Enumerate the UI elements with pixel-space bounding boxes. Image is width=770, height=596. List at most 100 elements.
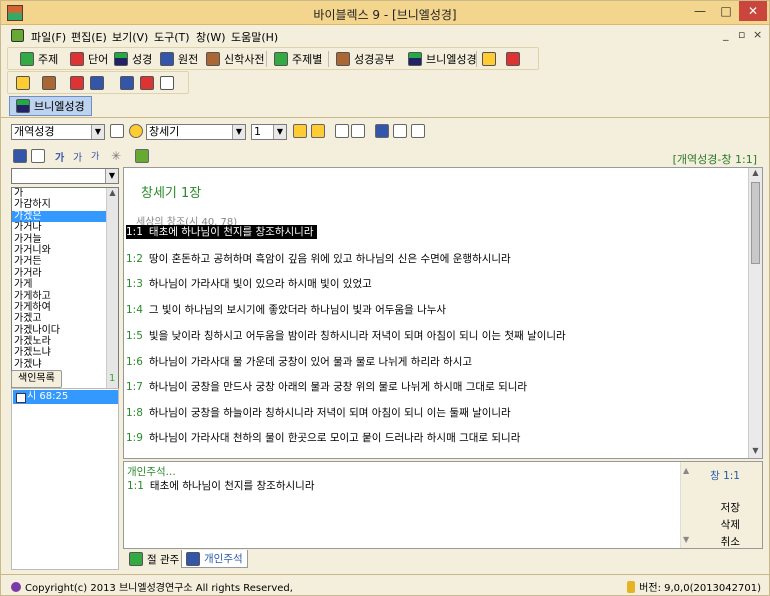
mdi-minimize-button[interactable]: _: [723, 28, 729, 41]
cascade-button[interactable]: [160, 74, 178, 92]
prev-chapter-icon[interactable]: [293, 124, 307, 138]
scroll-down-icon[interactable]: ▼: [749, 446, 762, 458]
verse-row[interactable]: 1:2 땅이 혼돈하고 공허하며 흑암이 깊음 위에 있고 하나님의 신은 수면에…: [126, 252, 511, 266]
theology-dictionary-button[interactable]: 신학사전: [206, 50, 264, 68]
word-list-item[interactable]: 가거니와: [12, 245, 118, 256]
layout-icon[interactable]: [13, 149, 27, 163]
window-title: 바이블렉스 9 - [브니엘성경]: [313, 8, 457, 22]
word-list-item[interactable]: 가감하지: [12, 199, 118, 210]
verse-text: 태초에 하나님이 천지를 창조하시니라: [148, 226, 314, 238]
scroll-up-icon[interactable]: ▲: [107, 188, 118, 200]
scroll-up-icon[interactable]: ▲: [749, 168, 762, 180]
tab-personal-note[interactable]: 개인주석: [181, 550, 248, 568]
scroll-thumb[interactable]: [751, 182, 760, 264]
note-icon[interactable]: [335, 124, 349, 138]
page-icon[interactable]: [411, 124, 425, 138]
word-list-item[interactable]: 가: [12, 188, 118, 199]
book-select[interactable]: 창세기 ▼: [146, 124, 246, 140]
topic-button[interactable]: 주제: [20, 50, 58, 68]
settings-button[interactable]: [482, 50, 500, 68]
word-list-item[interactable]: 가겠느냐: [12, 347, 118, 358]
word-list-item[interactable]: 가게하여: [12, 302, 118, 313]
word-list-item[interactable]: 가거라: [12, 268, 118, 279]
word-list-item[interactable]: 가겠고: [12, 313, 118, 324]
verse-row[interactable]: 1:1 태초에 하나님이 천지를 창조하시니라: [126, 225, 318, 239]
chapter-select[interactable]: 1 ▼: [251, 124, 287, 140]
original-text-button[interactable]: 원전: [160, 50, 198, 68]
chevron-down-icon[interactable]: ▼: [232, 125, 245, 139]
index-item[interactable]: 시 68:25: [13, 390, 118, 404]
cancel-button[interactable]: 취소: [721, 534, 740, 549]
by-topic-button[interactable]: 주제별: [274, 50, 322, 68]
word-button[interactable]: 단어: [70, 50, 108, 68]
list-icon[interactable]: [393, 124, 407, 138]
verse-row[interactable]: 1:8 하나님이 궁창을 하늘이라 칭하시니라 저녁이 되며 아침이 되니 이는 …: [126, 406, 511, 420]
word-list-item[interactable]: 가게: [12, 279, 118, 290]
menu-view[interactable]: 보기(V): [112, 29, 148, 45]
bible-study-button[interactable]: 성경공부: [336, 50, 394, 68]
tab-peniel-bible[interactable]: 브니엘성경: [9, 96, 92, 116]
close-button[interactable]: ✕: [739, 1, 767, 21]
exit-button[interactable]: [506, 50, 524, 68]
verse-row[interactable]: 1:3 하나님이 가라사대 빛이 있으라 하시매 빛이 있었고: [126, 277, 372, 291]
verse-row[interactable]: 1:9 하나님이 가라사대 천하의 물이 한곳으로 모이고 뭍이 드러나라 하시매…: [126, 431, 520, 445]
version-select[interactable]: 개역성경 ▼: [11, 124, 105, 140]
go-icon[interactable]: [110, 124, 124, 138]
menu-help[interactable]: 도움말(H): [231, 29, 278, 45]
vertical-scrollbar[interactable]: ▲ ▼: [748, 168, 762, 458]
chevron-down-icon[interactable]: ▼: [105, 169, 118, 183]
minimize-button[interactable]: —: [687, 1, 713, 21]
word-list-item[interactable]: 가겠은: [12, 210, 118, 223]
peniel-bible-button[interactable]: 브니엘성경: [408, 50, 477, 68]
menu-edit[interactable]: 편집(E): [71, 29, 107, 45]
window-button[interactable]: [120, 74, 138, 92]
maximize-button[interactable]: □: [713, 1, 739, 21]
sparkle-icon[interactable]: ✳: [111, 149, 125, 163]
next-chapter-icon[interactable]: [311, 124, 325, 138]
menu-tools[interactable]: 도구(T): [154, 29, 190, 45]
font-larger-icon[interactable]: 가: [73, 149, 87, 164]
lightbulb-icon[interactable]: [129, 124, 143, 138]
cascade-icon: [160, 76, 174, 90]
verse-row[interactable]: 1:6 하나님이 가라사대 물 가운데 궁창이 있어 물과 물로 나뉘게 하리라 …: [126, 355, 472, 369]
word-search-input[interactable]: ▼: [11, 168, 119, 184]
paste-button[interactable]: [90, 74, 108, 92]
verse-row[interactable]: 1:4 그 빛이 하나님의 보시기에 좋았더라 하나님이 빛과 어두움을 나누사: [126, 303, 446, 317]
delete-button[interactable]: 삭제: [721, 517, 740, 532]
font-smaller-icon[interactable]: 가: [91, 149, 105, 163]
books-icon[interactable]: [375, 124, 389, 138]
word-list-item[interactable]: 가거나: [12, 222, 118, 233]
word-list-item[interactable]: 가겠냐: [12, 359, 118, 370]
chevron-down-icon[interactable]: ▼: [91, 125, 104, 139]
scroll-down-icon[interactable]: ▼: [683, 535, 689, 544]
tab-cross-reference[interactable]: 절 관주: [125, 550, 183, 568]
refresh-icon[interactable]: [135, 149, 149, 163]
bible-button[interactable]: 성경: [114, 50, 152, 68]
scroll-up-icon[interactable]: ▲: [683, 466, 689, 475]
verse-row[interactable]: 1:7 하나님이 궁창을 만드사 궁창 아래의 물과 궁창 위의 물로 나뉘게 하…: [126, 380, 527, 394]
save-button[interactable]: 저장: [721, 500, 740, 515]
word-list-item[interactable]: 가게하고: [12, 291, 118, 302]
open-button[interactable]: [16, 74, 34, 92]
columns-icon[interactable]: [31, 149, 45, 163]
print-button[interactable]: [42, 74, 60, 92]
menu-file[interactable]: 파일(F): [31, 29, 66, 45]
note-verse[interactable]: 1:1 태초에 하나님이 천지를 창조하시니라: [127, 478, 314, 493]
chevron-down-icon[interactable]: ▼: [273, 125, 286, 139]
document-icon[interactable]: [11, 29, 24, 42]
index-list-button[interactable]: 색인목록: [11, 370, 62, 388]
copy-button[interactable]: [70, 74, 88, 92]
word-list-item[interactable]: 가겠나이다: [12, 325, 118, 336]
menu-window[interactable]: 창(W): [196, 29, 226, 45]
word-list-item[interactable]: 가겠노라: [12, 336, 118, 347]
word-list-item[interactable]: 가거늘: [12, 234, 118, 245]
toolbar-separator: [266, 51, 267, 67]
mdi-restore-button[interactable]: ▫: [738, 28, 745, 41]
verse-row[interactable]: 1:5 빛을 낮이라 칭하시고 어두움을 밤이라 칭하시니라 저녁이 되며 아침이…: [126, 329, 566, 343]
status-bar: Copyright(c) 2013 브니엘성경연구소 All rights Re…: [1, 574, 769, 595]
font-icon[interactable]: 가: [55, 149, 69, 164]
mdi-close-button[interactable]: ×: [753, 28, 762, 41]
word-list-item[interactable]: 가거든: [12, 256, 118, 267]
edit-icon[interactable]: [351, 124, 365, 138]
tile-button[interactable]: [140, 74, 158, 92]
